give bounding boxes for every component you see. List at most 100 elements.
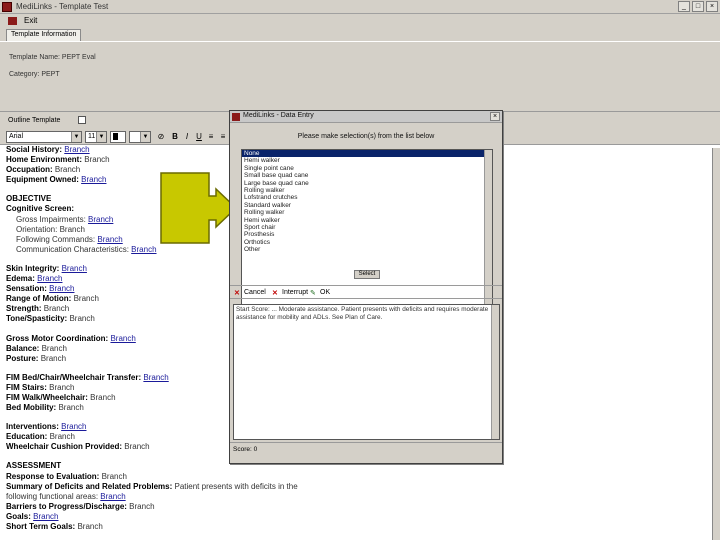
window-title: MediLinks - Template Test	[16, 2, 109, 11]
italic-button[interactable]: I	[182, 132, 192, 142]
branch-link[interactable]: Branch	[131, 245, 156, 254]
branch-link[interactable]: Branch	[81, 175, 106, 184]
branch-value[interactable]: Branch	[60, 225, 85, 234]
doc-line: following functional areas: Branch	[6, 491, 126, 501]
selection-prompt: Please make selection(s) from the list b…	[297, 133, 435, 140]
branch-value[interactable]: Branch	[129, 502, 154, 511]
list-item[interactable]: Hemi walker	[242, 217, 492, 224]
dialog-status-bar: Score: 0	[230, 442, 502, 456]
ok-button[interactable]: OK	[320, 289, 330, 296]
doc-line: Summary of Deficits and Related Problems…	[6, 481, 298, 491]
branch-value[interactable]: Branch	[55, 165, 80, 174]
template-name-value: PEPT Eval	[61, 54, 96, 61]
chevron-down-icon: ▼	[96, 132, 106, 142]
list-item[interactable]: Hemi walker	[242, 157, 492, 164]
status-text: Score: 0	[233, 446, 258, 453]
align-left-icon[interactable]: ≡	[206, 132, 216, 142]
exit-icon[interactable]	[8, 17, 17, 25]
align-center-icon[interactable]: ≡	[218, 132, 228, 142]
title-bar: MediLinks - Template Test _ □ ×	[0, 0, 720, 14]
list-item[interactable]: Sport chair	[242, 224, 492, 231]
dialog-close-button[interactable]: ×	[490, 112, 500, 121]
branch-value[interactable]: Branch	[124, 442, 149, 451]
outline-template-label: Outline Template	[8, 117, 61, 124]
maximize-button[interactable]: □	[692, 1, 704, 12]
branch-value[interactable]: Branch	[50, 432, 75, 441]
branch-value[interactable]: Branch	[42, 344, 67, 353]
branch-link[interactable]: Branch	[64, 145, 89, 154]
branch-link[interactable]: Branch	[37, 274, 62, 283]
doc-line: Goals: Branch	[6, 511, 59, 521]
dialog-title: MediLinks - Data Entry	[243, 112, 314, 119]
list-item[interactable]: Standard walker	[242, 202, 492, 209]
size-select-value: 11	[88, 133, 96, 140]
branch-link[interactable]: Branch	[88, 215, 113, 224]
app-icon	[232, 113, 240, 121]
list-item[interactable]: None	[242, 150, 492, 158]
branch-link[interactable]: Branch	[61, 422, 86, 431]
list-item[interactable]: Orthotics	[242, 239, 492, 246]
list-item[interactable]: Single point cane	[242, 165, 492, 172]
doc-line: Response to Evaluation: Branch	[6, 471, 127, 481]
branch-link[interactable]: Branch	[100, 492, 125, 501]
template-name-label: Template Name:	[9, 54, 60, 61]
branch-value[interactable]: Branch	[102, 472, 127, 481]
doc-line: Barriers to Progress/Discharge: Branch	[6, 501, 155, 511]
template-info-panel: Template Name: PEPT Eval Category: PEPT	[0, 41, 720, 111]
app-icon	[2, 2, 12, 12]
chevron-down-icon: ▼	[140, 132, 150, 142]
font-select-value: Arial	[9, 133, 24, 140]
branch-link[interactable]: Branch	[97, 235, 122, 244]
preview-scrollbar[interactable]	[491, 305, 499, 439]
select-button[interactable]: Select	[354, 270, 380, 279]
color-select[interactable]	[110, 131, 126, 143]
ok-icon: ✎	[310, 290, 316, 297]
font-select[interactable]: Arial ▼	[6, 131, 82, 143]
data-entry-dialog: MediLinks - Data Entry × Please make sel…	[229, 110, 503, 464]
category-label: Category:	[9, 71, 40, 78]
minimize-button[interactable]: _	[678, 1, 690, 12]
dialog-title-bar: MediLinks - Data Entry ×	[230, 111, 502, 123]
bold-button[interactable]: B	[170, 132, 180, 142]
close-button[interactable]: ×	[706, 1, 718, 12]
branch-value[interactable]: Branch	[90, 393, 115, 402]
list-item[interactable]: Lofstrand crutches	[242, 194, 492, 201]
list-item[interactable]: Rolling walker	[242, 209, 492, 216]
branch-value[interactable]: Branch	[77, 522, 102, 531]
interrupt-button[interactable]: Interrupt	[282, 289, 308, 296]
category-row: Category: PEPT	[9, 71, 60, 78]
outline-template-checkbox[interactable]	[78, 116, 86, 124]
branch-value[interactable]: Branch	[69, 314, 94, 323]
list-item[interactable]: Prosthesis	[242, 231, 492, 238]
template-name-row: Template Name: PEPT Eval	[9, 54, 96, 61]
list-item[interactable]: Other	[242, 246, 492, 253]
document-scrollbar[interactable]	[712, 148, 720, 540]
preview-text: Start Score: ... Moderate assistance. Pa…	[236, 306, 489, 321]
cancel-icon: ✕	[234, 290, 240, 297]
branch-value[interactable]: Branch	[84, 155, 109, 164]
branch-value[interactable]: Branch	[74, 294, 99, 303]
size-select[interactable]: 11 ▼	[85, 131, 107, 143]
list-item[interactable]: Large base quad cane	[242, 180, 492, 187]
list-item[interactable]: Rolling walker	[242, 187, 492, 194]
tab-template-information[interactable]: Template Information	[6, 29, 82, 41]
branch-link[interactable]: Branch	[110, 334, 135, 343]
branch-value[interactable]: Branch	[58, 403, 83, 412]
callout-arrow-icon	[160, 172, 238, 244]
list-item[interactable]: Small base quad cane	[242, 172, 492, 179]
preview-textarea[interactable]: Start Score: ... Moderate assistance. Pa…	[233, 304, 500, 440]
branch-value[interactable]: Branch	[41, 354, 66, 363]
menu-exit[interactable]: Exit	[24, 16, 37, 25]
branch-value[interactable]: Branch	[49, 383, 74, 392]
branch-value[interactable]: Branch	[44, 304, 69, 313]
branch-link[interactable]: Branch	[49, 284, 74, 293]
highlight-select[interactable]: ▼	[129, 131, 151, 143]
branch-link[interactable]: Branch	[143, 373, 168, 382]
dialog-toolbar: ✕ Cancel ✕ Interrupt ✎ OK	[230, 285, 502, 299]
branch-link[interactable]: Branch	[62, 264, 87, 273]
tab-strip: Template Information	[0, 27, 720, 41]
branch-link[interactable]: Branch	[33, 512, 58, 521]
underline-button[interactable]: U	[194, 132, 204, 142]
paint-icon[interactable]: ⊘	[156, 132, 166, 142]
cancel-button[interactable]: Cancel	[244, 289, 266, 296]
